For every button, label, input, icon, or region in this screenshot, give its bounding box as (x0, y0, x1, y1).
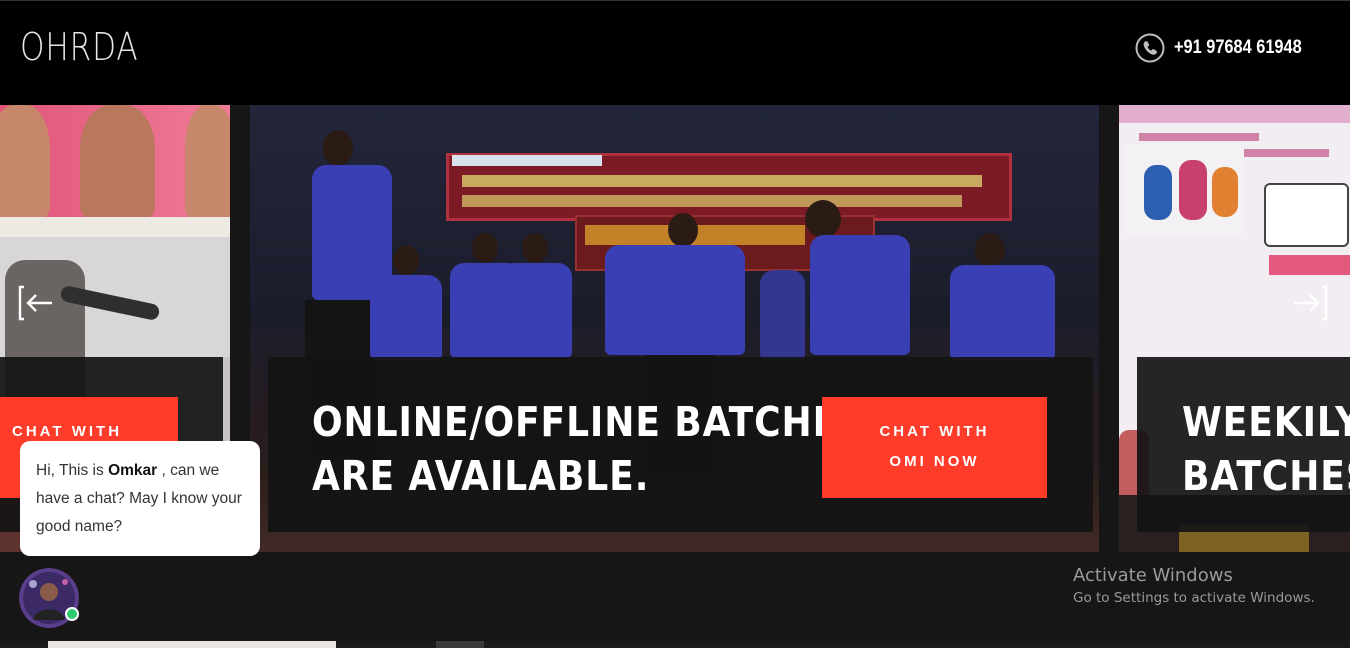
chat-with-omi-button[interactable]: CHAT WITH OMI NOW (822, 397, 1047, 498)
slide-headline: ONLINE/OFFLINE BATCHES ARE AVAILABLE. (312, 398, 865, 500)
chat-greeting-bubble[interactable]: Hi, This is Omkar , can we have a chat? … (20, 441, 260, 556)
site-header: OHRDA +91 97684 61948 (0, 0, 1350, 105)
page-bottom-image (48, 641, 336, 648)
phone-contact[interactable]: +91 97684 61948 (1135, 33, 1324, 63)
phone-number[interactable]: +91 97684 61948 (1174, 37, 1303, 59)
slide-caption-panel: ONLINE/OFFLINE BATCHES ARE AVAILABLE. CH… (268, 357, 1093, 532)
activate-windows-subtitle: Go to Settings to activate Windows. (1073, 590, 1315, 606)
phone-icon (1135, 33, 1165, 63)
arrow-left-icon[interactable] (16, 283, 56, 323)
slide-caption-panel: WEEKILY & BATCHES. (1137, 357, 1350, 532)
slide-headline: WEEKILY & BATCHES. (1182, 398, 1350, 500)
arrow-right-icon[interactable] (1290, 283, 1330, 323)
site-logo[interactable]: OHRDA (20, 25, 138, 69)
online-status-indicator (65, 607, 79, 621)
agent-name: Omkar (108, 462, 158, 479)
activate-windows-title: Activate Windows (1073, 565, 1233, 586)
carousel-slide-next[interactable]: WEEKILY & BATCHES. (1119, 105, 1350, 552)
page-bottom-image (436, 641, 484, 648)
carousel-slide-active[interactable]: ONLINE/OFFLINE BATCHES ARE AVAILABLE. CH… (250, 105, 1099, 552)
